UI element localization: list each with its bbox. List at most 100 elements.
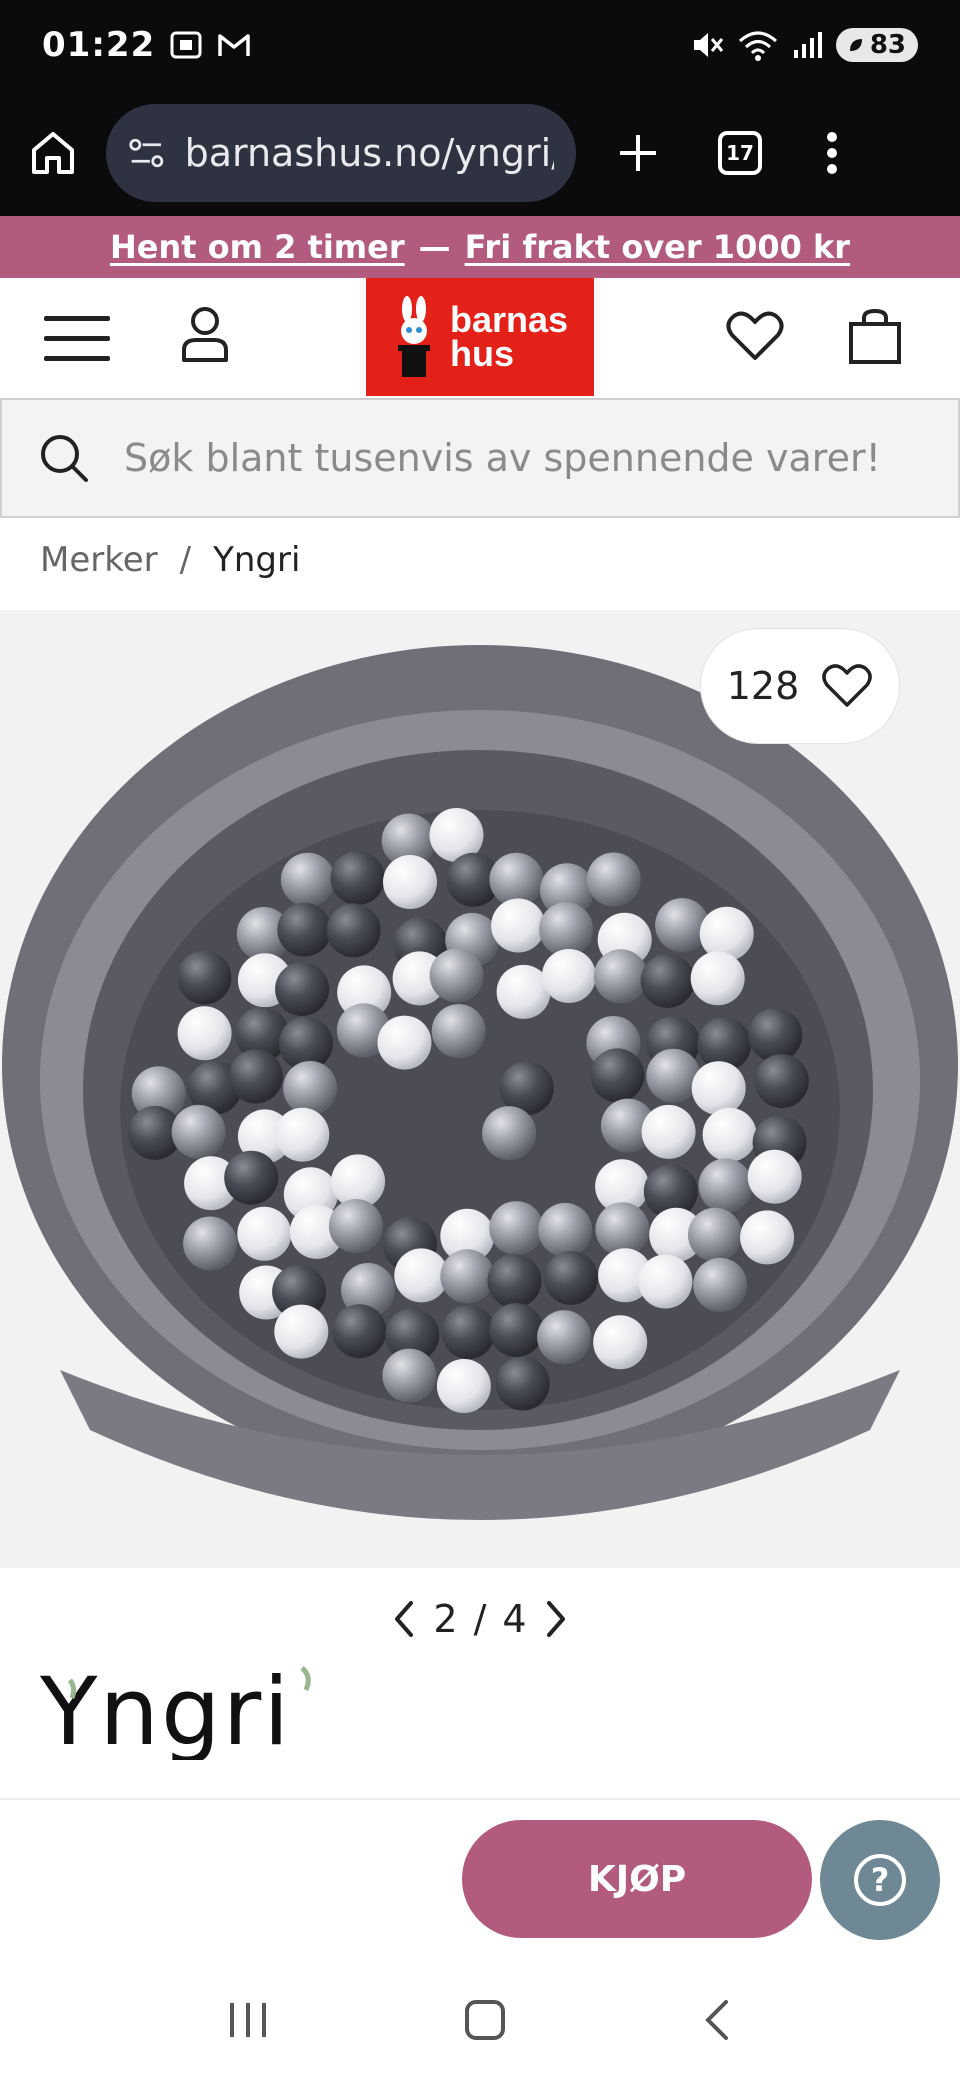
ball <box>590 1048 645 1103</box>
brand-logo[interactable]: Yngri <box>39 1658 320 1767</box>
ball <box>691 1061 746 1116</box>
ball <box>543 1250 598 1305</box>
help-label: ? <box>871 1861 890 1899</box>
ball <box>491 898 546 953</box>
ball <box>224 1150 279 1205</box>
promo-separator: — <box>418 228 451 266</box>
logo-line-2: hus <box>450 333 515 374</box>
ball <box>171 1104 226 1159</box>
ball <box>539 902 594 957</box>
system-nav-bar <box>0 1960 960 2080</box>
promo-banner: Hent om 2 timer — Fri frakt over 1000 kr <box>0 216 960 278</box>
status-time: 01:22 <box>42 25 156 65</box>
browser-toolbar: barnashus.no/yngri/b 17 <box>0 90 960 216</box>
ball <box>586 852 641 907</box>
ball <box>275 962 330 1017</box>
tab-switcher-button[interactable]: 17 <box>718 131 762 175</box>
logo-line-1: barnas <box>450 299 569 340</box>
back-nav-icon[interactable] <box>702 1998 732 2042</box>
promo-pickup-link[interactable]: Hent om 2 timer <box>110 228 405 266</box>
ball <box>640 953 695 1008</box>
favorite-count: 128 <box>726 664 800 708</box>
site-settings-icon[interactable] <box>128 135 165 171</box>
ball <box>330 851 385 906</box>
ball <box>489 1303 544 1357</box>
ball <box>641 1104 696 1159</box>
image-pager: 2 / 4 <box>0 1588 960 1650</box>
hamburger-menu-icon[interactable] <box>44 316 110 362</box>
wishlist-heart-icon[interactable] <box>726 310 784 362</box>
site-logo[interactable]: barnas hus <box>366 278 594 396</box>
pager-counter: 2 / 4 <box>433 1597 526 1641</box>
product-image[interactable]: 128 <box>0 610 960 1568</box>
search-input[interactable] <box>124 436 904 480</box>
ball <box>593 949 648 1004</box>
ball <box>377 1015 432 1070</box>
ball <box>541 949 596 1003</box>
ball <box>537 1310 592 1365</box>
battery-level: 83 <box>869 30 906 60</box>
ball <box>328 1199 383 1253</box>
ball <box>748 1008 803 1062</box>
new-tab-icon[interactable] <box>616 131 660 175</box>
ball <box>593 1315 648 1370</box>
home-icon[interactable] <box>28 128 78 178</box>
ball <box>489 1201 544 1256</box>
ball <box>688 1207 742 1262</box>
tab-count: 17 <box>726 141 754 165</box>
shopping-bag-icon[interactable] <box>848 308 902 364</box>
ball <box>228 1049 283 1104</box>
promo-shipping-link[interactable]: Fri frakt over 1000 kr <box>465 228 850 266</box>
ball <box>237 1206 292 1261</box>
breadcrumb-item-merker[interactable]: Merker <box>40 540 158 580</box>
pager-total: 4 <box>502 1597 527 1641</box>
chevron-left-icon[interactable] <box>389 1599 419 1639</box>
search-icon[interactable] <box>38 432 90 484</box>
battery-indicator: 83 <box>835 28 918 62</box>
brand-logo-text: Yngri <box>40 1660 291 1760</box>
ball <box>693 1257 748 1312</box>
ball <box>326 903 381 958</box>
ball <box>646 1048 701 1103</box>
ball <box>699 906 754 961</box>
status-notification-icons <box>169 30 251 60</box>
battery-saver-icon <box>849 39 862 51</box>
help-chat-button[interactable]: ? <box>820 1820 940 1940</box>
ball <box>283 1061 338 1115</box>
ball <box>441 1305 496 1360</box>
screenshot-icon <box>170 31 202 59</box>
ball <box>595 1202 650 1257</box>
logo-wordmark: barnas hus <box>450 299 569 374</box>
ball <box>698 1158 753 1213</box>
ball <box>332 1304 387 1359</box>
breadcrumb-separator: / <box>179 540 192 580</box>
url-text: barnashus.no/yngri/b <box>184 131 554 175</box>
ball-pit-illustration <box>2 645 958 1520</box>
ball <box>382 1348 437 1403</box>
ball <box>177 1006 232 1061</box>
address-bar[interactable]: barnashus.no/yngri/b <box>106 104 576 202</box>
buy-button[interactable]: KJØP <box>462 1820 812 1938</box>
ball <box>183 1216 238 1271</box>
yngri-logo: Yngri <box>39 1658 311 1767</box>
ball <box>754 1054 809 1109</box>
ball <box>487 1254 542 1308</box>
ball <box>495 1356 550 1411</box>
pager-current: 2 <box>433 1597 458 1641</box>
gmail-icon <box>218 34 250 56</box>
mute-icon <box>693 33 723 57</box>
ball <box>274 1304 329 1359</box>
site-header: barnas hus <box>0 278 960 398</box>
status-bar: 01:22 83 <box>0 0 960 90</box>
chevron-right-icon[interactable] <box>541 1599 571 1639</box>
ball <box>747 1149 802 1204</box>
account-icon[interactable] <box>180 306 230 362</box>
home-nav-icon[interactable] <box>464 1999 506 2041</box>
recent-apps-icon[interactable] <box>228 2001 268 2039</box>
favorite-badge[interactable]: 128 <box>700 628 900 744</box>
search-bar <box>0 398 960 518</box>
ball <box>638 1254 693 1309</box>
ball <box>436 1359 491 1413</box>
more-menu-icon[interactable] <box>826 131 838 175</box>
ball <box>655 898 710 953</box>
